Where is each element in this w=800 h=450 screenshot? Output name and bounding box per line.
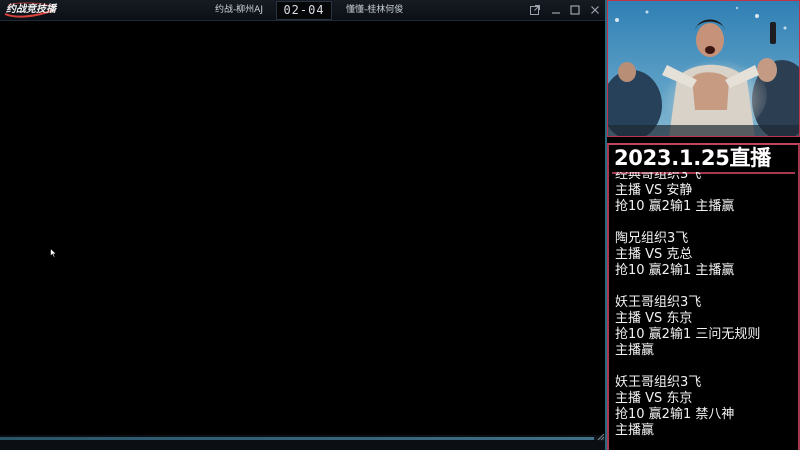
popout-icon[interactable] <box>528 3 542 17</box>
minimize-icon[interactable] <box>549 3 563 17</box>
webcam-feed <box>607 0 800 137</box>
stream-layout: 约战竞技播 约战-柳州AJ 02-04 懂懂-桂林何俊 2023.1.25直播 … <box>0 0 800 450</box>
notes-title: 2023.1.25直播 <box>614 146 771 170</box>
mouse-cursor-icon <box>50 248 57 258</box>
note-line: 陶兄组织3飞 <box>615 231 689 246</box>
app-logo[interactable]: 约战竞技播 <box>6 2 56 18</box>
resize-grip-icon[interactable] <box>597 433 605 441</box>
note-line: 主播 VS 安静 <box>615 183 693 198</box>
game-window: 约战竞技播 约战-柳州AJ 02-04 懂懂-桂林何俊 <box>0 0 607 450</box>
note-spacer <box>615 359 793 375</box>
note-spacer <box>615 215 793 231</box>
note-line: 主播赢 <box>615 343 655 358</box>
notes-body: 经典哥组织3飞 主播 VS 安静 抢10 赢2输1 主播赢 陶兄组织3飞 主播 VS 克… <box>615 172 793 444</box>
note-line: 抢10 赢2输1 三问无规则 <box>615 327 761 342</box>
note-line: 妖王哥组织3飞 <box>615 295 702 310</box>
player-left-name: 约战-柳州AJ <box>214 5 263 15</box>
note-line: 抢10 赢2输1 主播赢 <box>615 199 735 214</box>
notes-header: 2023.1.25直播 <box>612 144 795 174</box>
note-line: 抢10 赢2输1 禁八神 <box>615 407 735 422</box>
note-spacer <box>615 279 793 295</box>
webcam-image <box>607 0 800 137</box>
notes-lines: 经典哥组织3飞 主播 VS 安静 抢10 赢2输1 主播赢 陶兄组织3飞 主播 VS 克… <box>615 172 793 439</box>
note-line: 主播赢 <box>615 423 655 438</box>
progress-track <box>0 437 600 440</box>
close-icon[interactable] <box>588 3 602 17</box>
note-line: 主播 VS 东京 <box>615 311 693 326</box>
note-line: 妖王哥组织3飞 <box>615 375 702 390</box>
note-line: 主播 VS 克总 <box>615 247 693 262</box>
match-score: 02-04 <box>276 1 332 20</box>
notes-panel: 2023.1.25直播 经典哥组织3飞 主播 VS 安静 抢10 赢2输1 主播赢陶… <box>607 137 800 450</box>
title-bar: 约战竞技播 约战-柳州AJ 02-04 懂懂-桂林何俊 <box>0 0 607 21</box>
note-line: 抢10 赢2输1 主播赢 <box>615 263 735 278</box>
note-line: 主播 VS 东京 <box>615 391 693 406</box>
player-right-name: 懂懂-桂林何俊 <box>346 5 404 15</box>
game-viewport[interactable] <box>0 21 607 435</box>
maximize-icon[interactable] <box>568 3 582 17</box>
progress-fill <box>0 437 594 440</box>
note-line: 经典哥组织3飞 <box>615 172 702 182</box>
